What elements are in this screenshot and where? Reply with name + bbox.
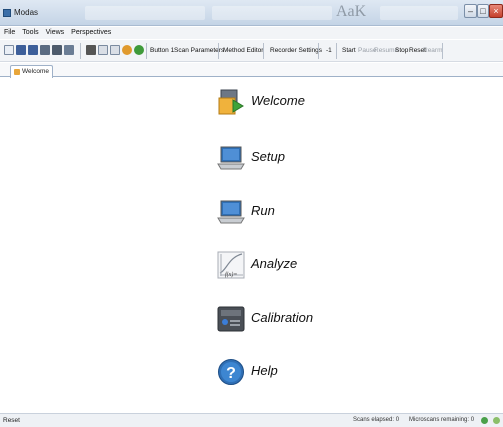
launcher-item-run[interactable]: Run	[217, 198, 417, 238]
ghost-ribbon-strip	[212, 6, 332, 20]
function-plot-icon: f(x)=	[217, 251, 245, 279]
status-bar: Reset Scans elapsed: 0 Microscans remain…	[0, 413, 503, 427]
print-icon[interactable]	[52, 45, 62, 55]
rearm-button[interactable]: Rearm	[423, 44, 443, 58]
new-file-icon[interactable]	[4, 45, 14, 55]
launcher-label-calibration: Calibration	[251, 310, 314, 325]
properties-icon[interactable]	[64, 45, 74, 55]
welcome-icon	[218, 89, 244, 115]
copy-icon[interactable]	[98, 45, 108, 55]
toolbar-separator	[318, 43, 319, 59]
launcher-item-setup[interactable]: Setup	[217, 144, 417, 184]
window-title: Modas	[14, 8, 39, 17]
launcher-label-welcome: Welcome	[251, 93, 305, 108]
svg-text:f(x)=: f(x)=	[225, 271, 237, 278]
toolbar-separator	[146, 43, 147, 59]
export-icon[interactable]	[40, 45, 50, 55]
undo-icon[interactable]	[122, 45, 132, 55]
microscans-remaining: Microscans remaining: 0	[409, 417, 475, 423]
toolbar-separator	[80, 43, 81, 59]
maximize-icon: □	[480, 6, 486, 16]
welcome-page: Welcome Setup Run f(x)= Analyze Calibrat…	[0, 78, 503, 413]
device-panel-icon	[217, 306, 245, 332]
menu-views[interactable]: Views	[46, 27, 65, 39]
counter-value: -1	[326, 47, 332, 54]
save-all-icon[interactable]	[28, 45, 38, 55]
menu-perspectives[interactable]: Perspectives	[71, 27, 111, 39]
scans-elapsed: Scans elapsed: 0	[353, 417, 400, 423]
help-icon: ?	[218, 359, 244, 385]
svg-text:?: ?	[226, 365, 236, 382]
menu-tools[interactable]: Tools	[22, 27, 38, 39]
toolbar-separator	[336, 43, 337, 59]
ghost-toolbar-strip	[85, 6, 205, 20]
laptop-icon	[217, 200, 245, 224]
launcher-item-calibration[interactable]: Calibration	[217, 305, 417, 345]
minimize-button[interactable]: –	[464, 4, 477, 18]
launcher-label-help: Help	[251, 363, 278, 378]
welcome-tab-icon	[14, 69, 20, 75]
close-button[interactable]: ×	[489, 4, 503, 18]
tab-strip: Welcome	[0, 63, 503, 78]
save-icon[interactable]	[16, 45, 26, 55]
launcher-label-analyze: Analyze	[251, 256, 298, 271]
menu-bar: File Tools Views Perspectives	[0, 27, 503, 39]
tab-welcome[interactable]: Welcome	[10, 65, 53, 78]
maximize-button[interactable]: □	[477, 4, 489, 18]
status-message: Reset	[3, 417, 20, 424]
launcher-item-help[interactable]: ? Help	[217, 358, 417, 398]
app-icon	[3, 9, 11, 17]
launcher-label-setup: Setup	[251, 149, 285, 164]
start-button[interactable]: Start	[342, 44, 356, 58]
button1-button[interactable]: Button 1	[150, 44, 174, 58]
recorder-settings-button[interactable]: Recorder Settings	[270, 44, 322, 58]
minimize-icon: –	[467, 6, 473, 16]
title-bar: Modas AaK – □ ×	[0, 0, 503, 26]
redo-icon[interactable]	[134, 45, 144, 55]
device-status-icon	[493, 417, 500, 424]
cut-icon[interactable]	[86, 45, 96, 55]
ghost-ribbon-strip-2	[380, 6, 458, 20]
laptop-icon	[217, 146, 245, 170]
method-editor-button[interactable]: Method Editor	[223, 44, 263, 58]
connection-status-icon	[481, 417, 488, 424]
launcher-item-welcome[interactable]: Welcome	[217, 88, 417, 128]
launcher-item-analyze[interactable]: f(x)= Analyze	[217, 251, 417, 291]
scan-parameters-button[interactable]: Scan Parameters	[174, 44, 224, 58]
toolbar: Button 1 Scan Parameters Method Editor R…	[0, 40, 503, 62]
menu-file[interactable]: File	[4, 27, 15, 39]
tab-welcome-label: Welcome	[22, 68, 49, 75]
close-icon: ×	[493, 6, 499, 16]
paste-icon[interactable]	[110, 45, 120, 55]
toolbar-separator	[442, 43, 443, 59]
ghost-font-preview: AaK	[336, 3, 367, 20]
launcher-label-run: Run	[251, 203, 275, 218]
stop-button[interactable]: Stop	[395, 44, 408, 58]
toolbar-separator	[218, 43, 219, 59]
toolbar-separator	[263, 43, 264, 59]
